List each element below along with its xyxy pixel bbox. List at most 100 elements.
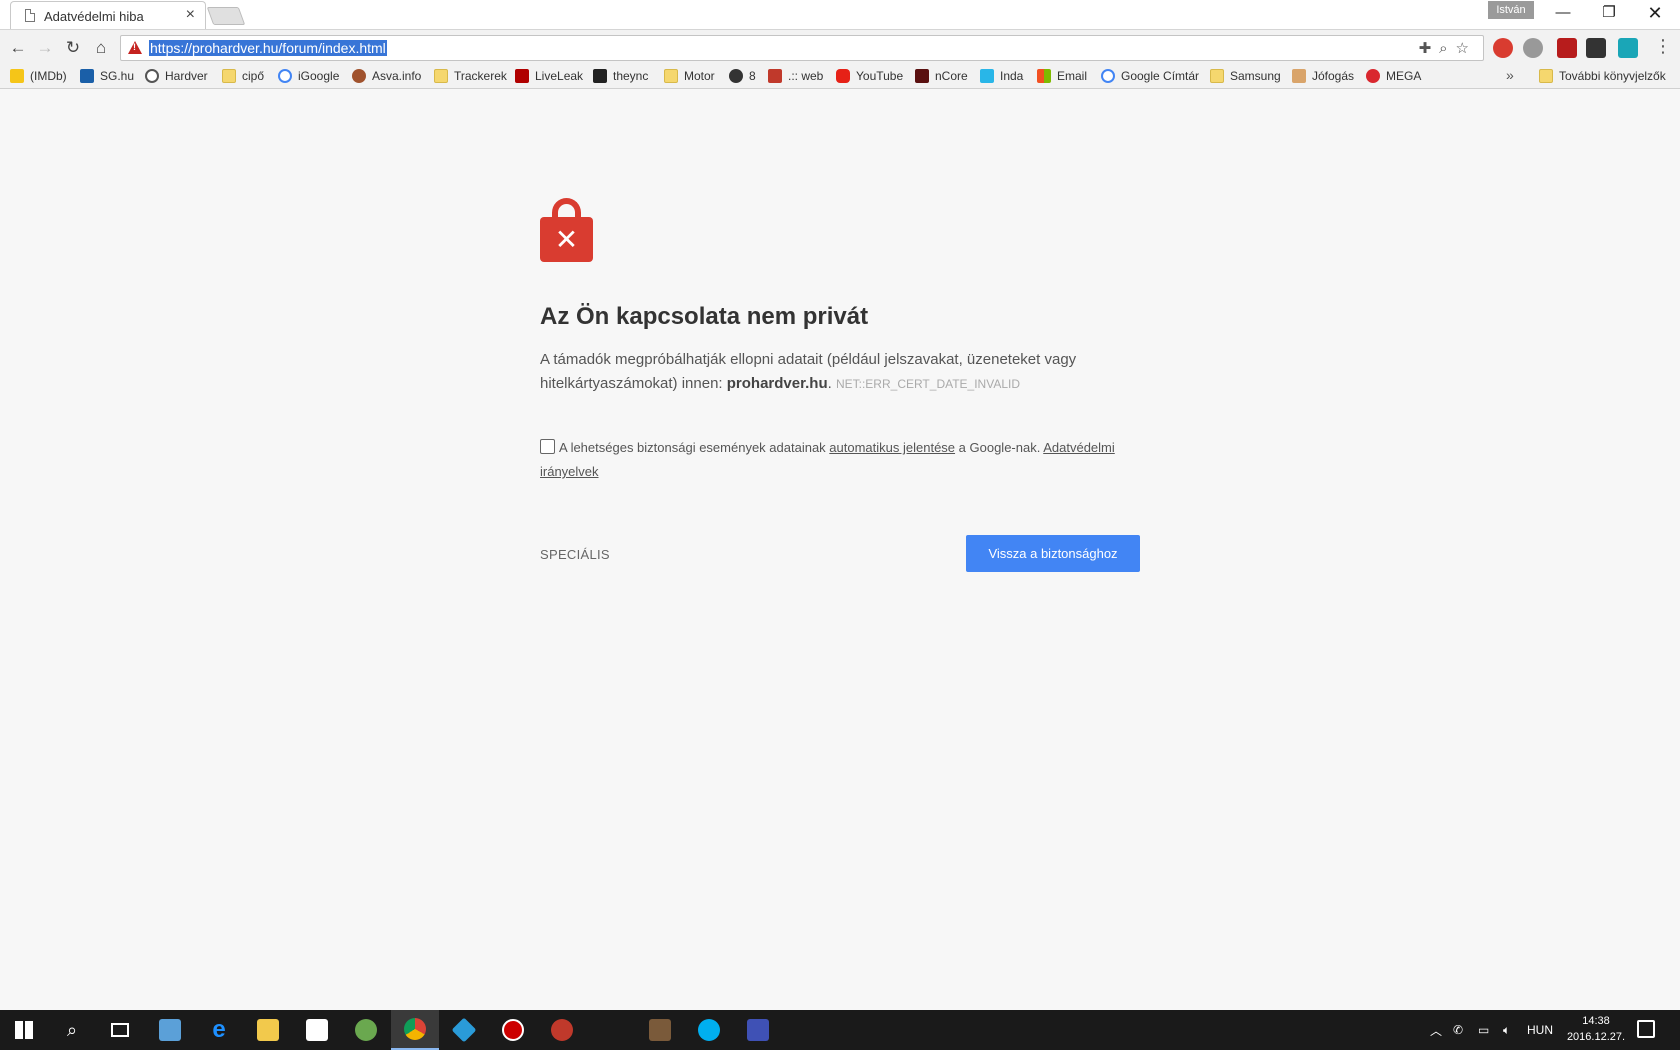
extension-bowtie-icon[interactable]: [1618, 38, 1638, 58]
tray-chevron-icon[interactable]: ︿: [1430, 1010, 1442, 1050]
save-app[interactable]: [734, 1010, 782, 1050]
network-app[interactable]: [146, 1010, 194, 1050]
bookmark-sg[interactable]: SG.hu: [80, 69, 134, 83]
desc-domain: prohardver.hu: [726, 375, 828, 392]
network-app-icon: [159, 1019, 181, 1041]
mega-icon: [1366, 69, 1380, 83]
viber-icon[interactable]: ✆: [1453, 1010, 1463, 1050]
volume-icon[interactable]: 🔈︎: [1503, 1010, 1510, 1050]
bookmark-folder-motor[interactable]: Motor: [664, 69, 715, 83]
close-tab-icon[interactable]: ×: [186, 6, 195, 24]
hardver-icon: [145, 69, 159, 83]
task-view-button[interactable]: [96, 1010, 144, 1050]
bookmark-star-icon[interactable]: ☆: [1456, 40, 1477, 57]
network-icon[interactable]: ▭: [1478, 1010, 1489, 1050]
address-bar[interactable]: https://prohardver.hu/forum/index.html ✚…: [120, 35, 1484, 61]
bookmark-label: YouTube: [856, 69, 904, 83]
extension-gear-icon[interactable]: [1523, 38, 1543, 58]
bookmark-folder-trackerek[interactable]: Trackerek: [434, 69, 507, 83]
bookmark-8[interactable]: 8: [729, 69, 756, 83]
profile-button[interactable]: István: [1488, 1, 1534, 19]
bookmarks-overflow-chevron-icon[interactable]: »: [1506, 67, 1514, 83]
file-explorer-app[interactable]: [244, 1010, 292, 1050]
clock-time: 14:38: [1582, 1015, 1610, 1027]
language-indicator[interactable]: HUN: [1527, 1010, 1553, 1050]
bookmark-label: Trackerek: [454, 69, 507, 83]
incognito-icon[interactable]: [1586, 38, 1606, 58]
bookmark-asva[interactable]: Asva.info: [352, 69, 421, 83]
close-window-button[interactable]: ✕: [1632, 0, 1678, 28]
jofogas-icon: [1292, 69, 1306, 83]
bookmark-theync[interactable]: theync: [593, 69, 648, 83]
bookmark-label: nCore: [935, 69, 968, 83]
bookmark-web[interactable]: .:: web: [768, 69, 823, 83]
bookmark-hardver[interactable]: Hardver: [145, 69, 208, 83]
bookmark-folder-cipo[interactable]: cipő: [222, 69, 264, 83]
skype-app[interactable]: [685, 1010, 733, 1050]
bookmark-label: Jófogás: [1312, 69, 1355, 83]
game-icon: [551, 1019, 573, 1041]
extension-puzzle-icon[interactable]: ✚: [1419, 40, 1440, 57]
action-center-icon[interactable]: [1637, 1020, 1655, 1038]
back-to-safety-button[interactable]: Vissza a biztonsághoz: [966, 535, 1140, 572]
restore-button[interactable]: ❐: [1586, 0, 1632, 28]
search-button[interactable]: ⌕: [48, 1010, 96, 1050]
bookmark-label: 8: [749, 69, 756, 83]
advanced-button[interactable]: SPECIÁLIS: [540, 547, 610, 562]
chrome-app[interactable]: [391, 1010, 439, 1050]
camera-icon: [729, 69, 743, 83]
error-code[interactable]: NET::ERR_CERT_DATE_INVALID: [836, 377, 1020, 391]
folder-icon: [664, 69, 678, 83]
other-bookmarks-folder[interactable]: További könyvjelzők: [1539, 69, 1666, 83]
bookmark-label: Inda: [1000, 69, 1024, 83]
menu-icon[interactable]: ⋮: [1654, 36, 1672, 57]
start-button[interactable]: [0, 1010, 48, 1050]
url-text[interactable]: https://prohardver.hu/forum/index.html: [149, 40, 387, 56]
bookmark-label: Email: [1057, 69, 1088, 83]
reload-button[interactable]: ↻: [62, 37, 84, 59]
movie-app[interactable]: [636, 1010, 684, 1050]
edge-icon: e: [212, 1016, 226, 1043]
folder-icon: [1539, 69, 1553, 83]
clock[interactable]: 14:38 2016.12.27.: [1560, 1013, 1632, 1045]
kodi-app[interactable]: [440, 1010, 488, 1050]
home-button[interactable]: ⌂: [90, 37, 112, 59]
security-warning-icon[interactable]: [128, 41, 142, 54]
chrome-icon: [404, 1018, 426, 1040]
bookmark-mega[interactable]: MEGA: [1366, 69, 1421, 83]
zoom-icon[interactable]: ⌕: [1439, 40, 1455, 57]
windows-logo-icon: [15, 1021, 33, 1039]
bookmark-liveleak[interactable]: LiveLeak: [515, 69, 583, 83]
auto-report-link[interactable]: automatikus jelentése: [829, 440, 955, 455]
report-row: A lehetséges biztonsági események adatai…: [540, 436, 1140, 484]
report-checkbox[interactable]: [540, 439, 555, 454]
back-button[interactable]: ←: [7, 37, 29, 59]
browser-tab[interactable]: Adatvédelmi hiba ×: [10, 1, 206, 29]
globe-app[interactable]: [342, 1010, 390, 1050]
bookmark-igoogle[interactable]: iGoogle: [278, 69, 339, 83]
bookmark-email[interactable]: Email: [1037, 69, 1087, 83]
bookmark-inda[interactable]: Inda: [980, 69, 1023, 83]
recorder-app[interactable]: [489, 1010, 537, 1050]
bookmark-label: Hardver: [165, 69, 208, 83]
bookmark-ncore[interactable]: nCore: [915, 69, 968, 83]
microsoft-icon: [1037, 69, 1051, 83]
bookmark-jofogas[interactable]: Jófogás: [1292, 69, 1354, 83]
bookmark-label: Asva.info: [372, 69, 422, 83]
adblock-icon[interactable]: [1493, 38, 1513, 58]
new-tab-button[interactable]: [206, 7, 246, 25]
skype-icon: [698, 1019, 720, 1041]
minimize-button[interactable]: —: [1540, 0, 1586, 28]
store-app[interactable]: [293, 1010, 341, 1050]
bookmark-folder-samsung[interactable]: Samsung: [1210, 69, 1281, 83]
report-text: A lehetséges biztonsági események adatai…: [559, 440, 830, 455]
google-icon: [1101, 69, 1115, 83]
edge-app[interactable]: e: [195, 1010, 243, 1050]
ublock-icon[interactable]: [1557, 38, 1577, 58]
bookmark-label: iGoogle: [298, 69, 340, 83]
bookmark-google-cimtar[interactable]: Google Címtár: [1101, 69, 1199, 83]
bookmark-imdb[interactable]: (IMDb): [10, 69, 67, 83]
bookmark-youtube[interactable]: YouTube: [836, 69, 903, 83]
forward-button[interactable]: →: [34, 37, 56, 59]
game-app[interactable]: [538, 1010, 586, 1050]
